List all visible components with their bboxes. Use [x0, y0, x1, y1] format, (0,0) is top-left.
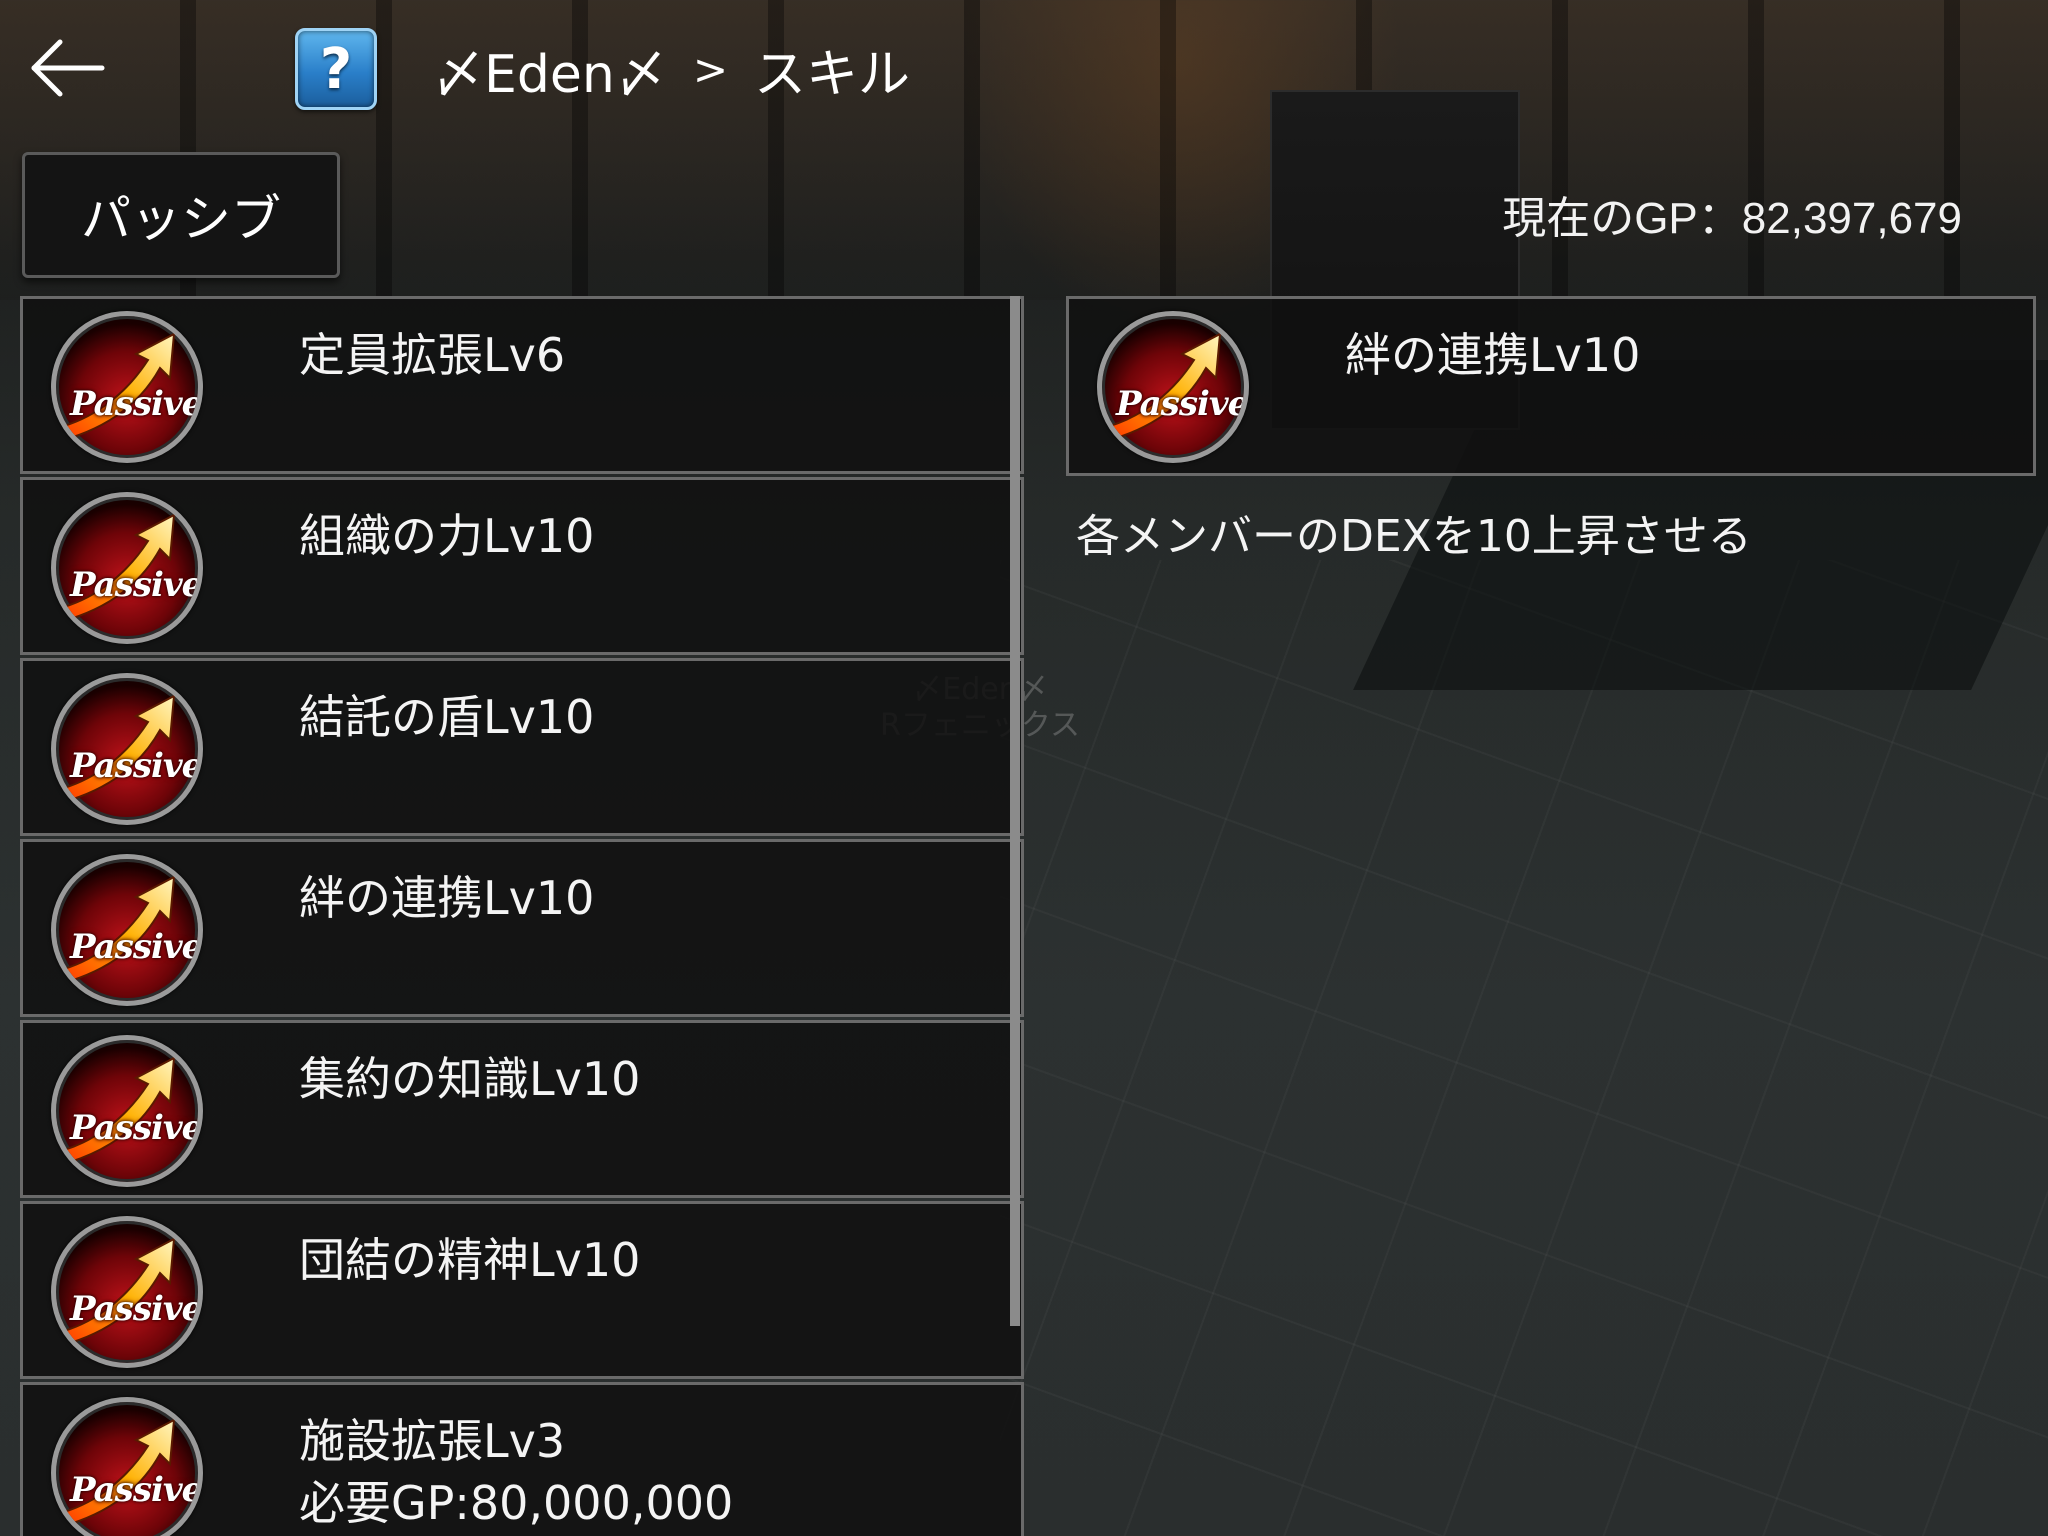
tab-passive-label: パッシブ — [81, 190, 281, 248]
skill-name: 集約の知識Lv10 — [299, 1052, 641, 1106]
header-bar: ? 〆Eden〆 > スキル — [0, 0, 2048, 140]
passive-icon-label: Passive — [70, 1289, 203, 1329]
breadcrumb-separator: > — [692, 44, 729, 94]
skill-list-scrollbar[interactable] — [1010, 296, 1020, 1326]
skill-row[interactable]: Passive 施設拡張Lv3 必要GP:80,000,000 — [20, 1382, 1024, 1536]
back-arrow-icon — [31, 39, 105, 97]
skill-name: 施設拡張Lv3 — [299, 1414, 566, 1468]
passive-icon-label: Passive — [70, 384, 203, 424]
back-button[interactable] — [28, 36, 108, 100]
passive-skill-icon: Passive — [1097, 311, 1249, 463]
tab-passive[interactable]: パッシブ — [22, 152, 340, 278]
skill-list[interactable]: Passive 定員拡張Lv6 Passive 組織の力Lv10 Passive 結託の盾… — [20, 296, 1024, 1536]
skill-name: 定員拡張Lv6 — [299, 328, 566, 382]
help-button[interactable]: ? — [295, 28, 377, 110]
skill-name: 組織の力Lv10 — [299, 509, 595, 563]
current-gp: 現在のGP：82,397,679 — [1502, 194, 1962, 243]
passive-skill-icon: Passive — [51, 311, 203, 463]
passive-icon-label: Passive — [70, 565, 203, 605]
passive-skill-icon: Passive — [51, 1397, 203, 1536]
skill-row[interactable]: Passive 絆の連携Lv10 — [20, 839, 1024, 1017]
passive-icon-label: Passive — [70, 927, 203, 967]
skill-cost: 必要GP:80,000,000 — [299, 1476, 734, 1530]
skill-name: 団結の精神Lv10 — [299, 1233, 641, 1287]
skill-name: 結託の盾Lv10 — [299, 690, 595, 744]
skill-row[interactable]: Passive 結託の盾Lv10 — [20, 658, 1024, 836]
skill-row[interactable]: Passive 団結の精神Lv10 — [20, 1201, 1024, 1379]
page-title: スキル — [754, 44, 911, 105]
passive-icon-label: Passive — [70, 1470, 203, 1510]
selected-skill-name: 絆の連携Lv10 — [1345, 328, 1641, 382]
passive-skill-icon: Passive — [51, 673, 203, 825]
passive-skill-icon: Passive — [51, 1216, 203, 1368]
skill-name: 絆の連携Lv10 — [299, 871, 595, 925]
background-floor — [1000, 560, 2048, 1536]
passive-icon-label: Passive — [1116, 384, 1249, 424]
breadcrumb-guild: 〆Eden〆 — [432, 44, 667, 105]
selected-skill-card: 絆の連携Lv10 Passive — [1066, 296, 2036, 476]
passive-icon-label: Passive — [70, 1108, 203, 1148]
breadcrumb: 〆Eden〆 > スキル — [432, 34, 911, 105]
selected-skill-description: 各メンバーのDEXを10上昇させる — [1076, 511, 1752, 562]
skill-row[interactable]: Passive 組織の力Lv10 — [20, 477, 1024, 655]
question-mark-icon: ? — [319, 36, 353, 102]
passive-icon-label: Passive — [70, 746, 203, 786]
skill-row[interactable]: Passive 定員拡張Lv6 — [20, 296, 1024, 474]
passive-arrow-icon — [62, 1418, 176, 1526]
skill-row[interactable]: Passive 集約の知識Lv10 — [20, 1020, 1024, 1198]
passive-skill-icon: Passive — [51, 492, 203, 644]
passive-skill-icon: Passive — [51, 854, 203, 1006]
passive-skill-icon: Passive — [51, 1035, 203, 1187]
